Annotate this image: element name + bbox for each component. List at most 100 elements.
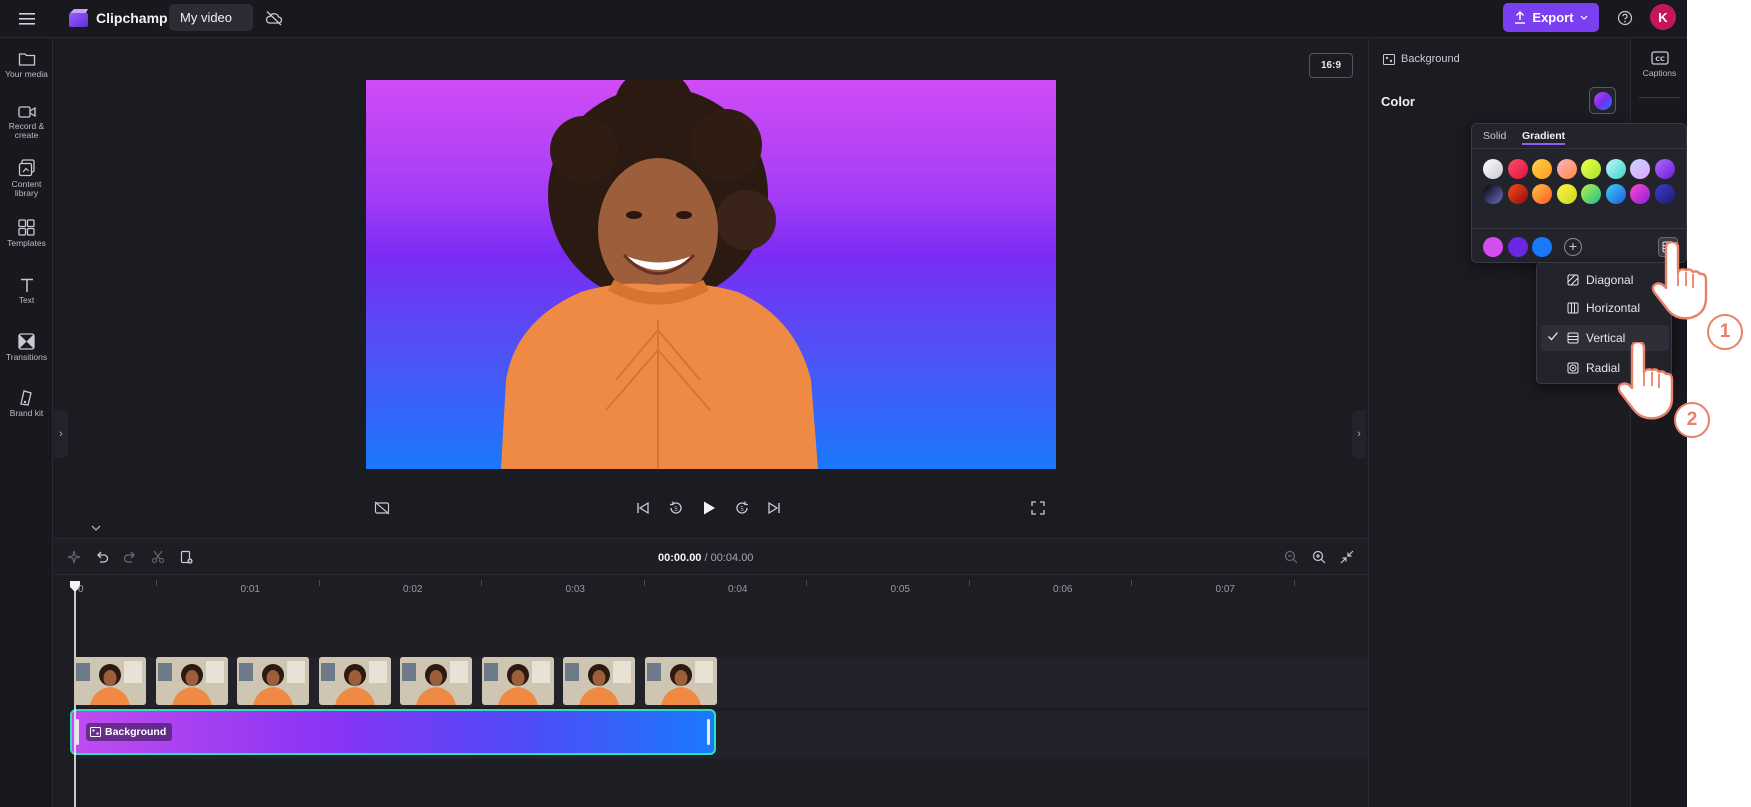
gradient-preset-swatch[interactable] — [1532, 184, 1552, 204]
gradient-preset-swatch[interactable] — [1605, 159, 1626, 179]
gradient-preset-swatch[interactable] — [1483, 159, 1503, 179]
video-thumbnail — [74, 657, 146, 705]
top-bar: Clipchamp My video Export K — [0, 0, 1687, 38]
ruler-tick-label: 0:03 — [565, 584, 585, 595]
ruler-tick-label: 0:04 — [728, 584, 748, 595]
cloud-off-icon[interactable] — [262, 6, 286, 30]
hand-cursor-icon — [1617, 342, 1674, 420]
play-icon[interactable] — [697, 496, 721, 520]
video-thumbnail — [318, 657, 391, 705]
hide-preview-icon[interactable] — [370, 496, 394, 520]
upload-icon — [1515, 11, 1526, 24]
folder-icon — [18, 53, 35, 66]
gradient-preset-swatch[interactable] — [1581, 159, 1601, 179]
skip-to-start-icon[interactable] — [631, 496, 655, 520]
forward-5s-icon[interactable]: 5 — [730, 496, 754, 520]
rewind-5s-icon[interactable]: 5 — [664, 496, 688, 520]
vertical-gradient-icon — [1567, 332, 1579, 344]
gradient-preset-swatch[interactable] — [1630, 184, 1650, 204]
project-name-field[interactable]: My video — [169, 4, 253, 31]
expand-left-panel-button[interactable]: › — [54, 410, 68, 458]
sidebar-item-templates[interactable]: Templates — [0, 219, 53, 248]
hamburger-menu-icon[interactable] — [14, 6, 40, 32]
ruler-tick-label: 0:06 — [1053, 584, 1073, 595]
gradient-preset-swatch[interactable] — [1556, 159, 1577, 179]
transitions-icon — [18, 333, 35, 350]
svg-text:5: 5 — [674, 506, 678, 513]
gradient-preset-swatch[interactable] — [1507, 184, 1528, 204]
split-scissors-icon[interactable] — [148, 547, 168, 567]
gradient-preset-swatch[interactable] — [1654, 184, 1675, 204]
gradient-preset-swatch[interactable] — [1605, 184, 1626, 204]
undo-icon[interactable] — [92, 547, 112, 567]
video-thumbnail — [563, 657, 635, 705]
captions-label: Captions — [1642, 68, 1677, 78]
captions-button[interactable]: CC Captions — [1631, 51, 1687, 78]
total-time: 00:04.00 — [710, 552, 754, 564]
sidebar-item-label: Templates — [7, 238, 46, 248]
zoom-out-icon[interactable] — [1281, 547, 1301, 567]
time-ruler[interactable] — [54, 575, 1368, 615]
sidebar-item-brand-kit[interactable]: Brand kit — [0, 389, 53, 418]
time-separator: / — [701, 552, 711, 564]
aspect-ratio-button[interactable]: 16:9 — [1309, 53, 1353, 78]
add-color-stop-button[interactable]: + — [1564, 238, 1582, 256]
left-sidebar: Your media Record & create Content libra… — [0, 39, 53, 807]
gradient-preset-swatch[interactable] — [1556, 184, 1577, 204]
hand-cursor-icon — [1651, 242, 1708, 320]
horizontal-gradient-icon — [1567, 302, 1579, 314]
sidebar-item-text[interactable]: Text — [0, 277, 53, 305]
diagonal-gradient-icon — [1567, 274, 1579, 286]
ruler-minor-tick — [318, 580, 320, 586]
background-clip[interactable]: Background — [70, 709, 716, 755]
sidebar-item-content-library[interactable]: Content library — [0, 159, 53, 198]
background-clip-label: Background — [86, 723, 173, 741]
gradient-stop-color[interactable] — [1483, 237, 1503, 257]
current-time: 00:00.00 — [658, 552, 702, 564]
gradient-preset-swatch[interactable] — [1654, 159, 1675, 179]
zoom-in-icon[interactable] — [1309, 547, 1329, 567]
sidebar-item-record-create[interactable]: Record & create — [0, 105, 53, 140]
step-1-badge: 1 — [1707, 314, 1743, 350]
sidebar-item-transitions[interactable]: Transitions — [0, 333, 53, 362]
delete-icon[interactable] — [176, 547, 196, 567]
video-preview — [366, 80, 1056, 469]
library-icon — [18, 159, 35, 177]
redo-icon[interactable] — [120, 547, 140, 567]
gradient-preset-swatch[interactable] — [1581, 184, 1601, 204]
fit-timeline-icon[interactable] — [1337, 547, 1357, 567]
export-button[interactable]: Export — [1503, 3, 1599, 32]
clipchamp-editor: Clipchamp My video Export K Your media R… — [0, 0, 1687, 807]
ruler-minor-tick — [156, 580, 158, 586]
collapse-timeline-icon[interactable] — [90, 524, 108, 538]
help-icon[interactable] — [1613, 6, 1637, 30]
ruler-minor-tick — [1293, 580, 1295, 586]
fullscreen-icon[interactable] — [1026, 496, 1050, 520]
app-name: Clipchamp — [96, 10, 168, 26]
ruler-minor-tick — [806, 580, 808, 586]
current-color-swatch — [1593, 91, 1612, 110]
sidebar-item-your-media[interactable]: Your media — [0, 51, 53, 79]
gradient-preset-swatch[interactable] — [1630, 159, 1650, 179]
gradient-preset-swatch[interactable] — [1532, 159, 1552, 179]
video-thumbnail — [155, 657, 228, 705]
gradient-preset-swatch[interactable] — [1483, 184, 1503, 204]
expand-right-panel-button[interactable]: › — [1352, 410, 1366, 458]
magic-icon[interactable] — [64, 547, 84, 567]
background-icon — [90, 727, 101, 737]
color-picker-button[interactable] — [1589, 87, 1616, 114]
menu-item-label: Horizontal — [1586, 301, 1641, 315]
sidebar-item-label: Brand kit — [9, 408, 44, 418]
tab-gradient[interactable]: Gradient — [1522, 130, 1566, 145]
skip-to-end-icon[interactable] — [762, 496, 786, 520]
gradient-preset-swatch[interactable] — [1507, 159, 1528, 179]
ruler-tick-label: 0 — [78, 584, 84, 595]
tab-solid[interactable]: Solid — [1483, 130, 1506, 142]
clipchamp-logo-icon — [68, 8, 90, 28]
clip-trim-handle-right[interactable] — [707, 719, 710, 745]
user-avatar[interactable]: K — [1650, 4, 1676, 30]
gradient-stop-color[interactable] — [1507, 237, 1528, 257]
chevron-down-icon — [1580, 15, 1588, 20]
ruler-tick-label: 0:07 — [1215, 584, 1235, 595]
gradient-stop-color[interactable] — [1532, 237, 1552, 257]
